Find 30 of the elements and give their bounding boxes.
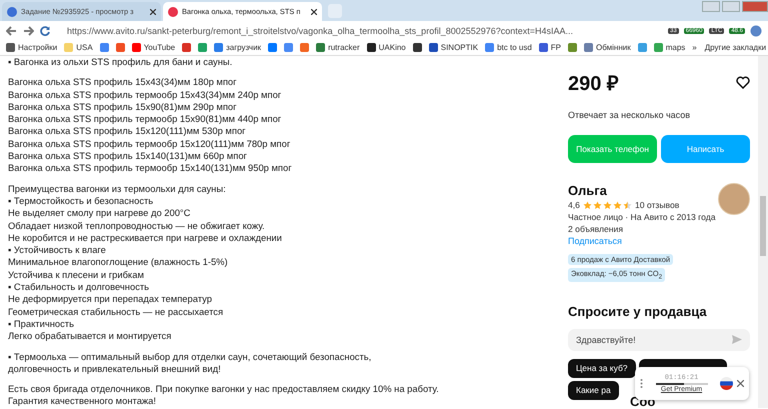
description-text: Преимущества вагонки из термоольхи для сауны: (8, 182, 227, 195)
description-text: Вагонка ольха STS профиль 15х140(131)мм 660р мпог (8, 150, 248, 162)
description-text: Вагонка ольха STS профиль термообр 15х140(131)мм 950р мпог (8, 162, 293, 175)
section-heading: Спросите у продавца (568, 304, 708, 318)
description-text: Легко обрабатывается и монтируется (8, 330, 172, 343)
seller-info-text: Частное лицо · На Авито с 2013 года (568, 212, 716, 222)
description-text: Вагонка ольха STS профиль 15х120(111)мм 530р мпог (8, 125, 247, 138)
description-text: Устойчива к плесени и грибкам (8, 268, 145, 282)
description-text: Вагонка ольха STS профиль термообр 15х43(34)мм 240р мпог (8, 88, 282, 101)
description-text: Обладает низкой теплопроводностью — не обжигает кожу. (8, 220, 266, 232)
description-text: Не коробится и не растрескивается при нагреве и охлаждении (8, 232, 283, 244)
description-text: Вагонка ольха STS профиль термообр 15х120(111)мм 780р мпог (8, 138, 292, 150)
price: 290 ₽ (568, 72, 619, 96)
description-text: Вагонка ольха STS профиль 15х90(81)мм 290р мпог (8, 100, 238, 114)
description-text: ▪ Стабильность и долговечность (8, 281, 150, 294)
description-text: Минимальное влагопоглощение (влажность 1-5%) (8, 256, 229, 269)
description-text: Вагонка ольха STS профиль термообр 15х90(81)мм 440р мпог (8, 113, 282, 126)
description-text: Не деформируется при перепадах температур (8, 293, 213, 306)
seller-rating: 4,6 (568, 200, 580, 210)
description-text: Вагонка ольха STS профиль 15х43(34)мм 180р мпог (8, 76, 238, 89)
description-text: Есть своя бригада отделочников. При покупке вагонки у нас предоставляем скидку 10% на работу. (8, 383, 440, 396)
description-text: ▪ Устойчивость к влаге (8, 244, 107, 256)
description-text: Гарантия качественного монтажа! (8, 395, 157, 408)
description-text: Геометрическая стабильность — не рассыхается (8, 306, 224, 318)
response-time-text: Отвечает за несколько часов (568, 110, 692, 120)
description-text: Не выделяет смолу при нагреве до 200°C (8, 207, 192, 220)
description-text: ▪ Практичность (8, 318, 75, 330)
description-text: ▪ Вагонка из ольхи STS профиль для бани и сауны. (8, 56, 234, 68)
description-text: ▪ Термоольха — оптимальный выбор для отделки саун, сочетающий безопасность, долговечность и привлекательный внешний вид! (8, 350, 372, 376)
description-text: ▪ Термостойкость и безопасность (8, 194, 154, 208)
